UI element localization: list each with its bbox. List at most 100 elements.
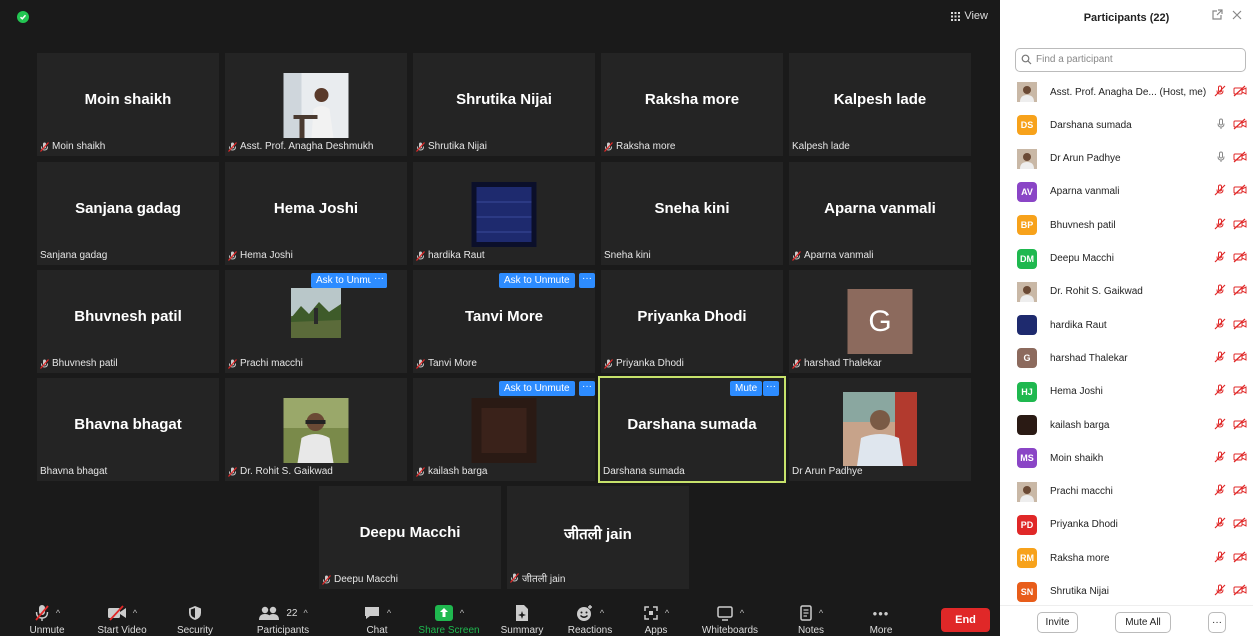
avatar: MS xyxy=(1017,448,1037,469)
participant-row[interactable]: RM Raksha more xyxy=(1017,547,1247,569)
video-tile[interactable]: hardika Raut xyxy=(413,162,595,265)
mute-all-button[interactable]: Mute All xyxy=(1115,612,1171,633)
muted-mic-icon[interactable] xyxy=(1214,318,1226,333)
participant-row[interactable]: kailash barga xyxy=(1017,414,1247,436)
video-tile[interactable]: Dr. Rohit S. Gaikwad xyxy=(225,378,407,481)
video-tile[interactable]: Sneha kini Sneha kini xyxy=(601,162,783,265)
video-tile[interactable]: Ask to Unmute ··· kailash barga xyxy=(413,378,595,481)
invite-button[interactable]: Invite xyxy=(1037,612,1078,633)
chevron-up-icon[interactable]: ^ xyxy=(740,608,744,618)
video-tile[interactable]: Kalpesh lade Kalpesh lade xyxy=(789,53,971,156)
tile-more-button[interactable]: ··· xyxy=(579,273,595,288)
chevron-up-icon[interactable]: ^ xyxy=(665,608,669,618)
participant-row[interactable]: Asst. Prof. Anagha De... (Host, me) xyxy=(1017,81,1247,103)
participant-row[interactable]: SN Shrutika Nijai xyxy=(1017,581,1247,603)
tile-more-button[interactable]: ··· xyxy=(579,381,595,396)
participant-display-name: Tanvi More xyxy=(464,308,544,325)
apps-button[interactable]: ^ Apps xyxy=(636,603,676,636)
muted-mic-icon[interactable] xyxy=(1214,184,1226,199)
video-tile[interactable]: Deepu Macchi Deepu Macchi xyxy=(319,486,501,589)
view-button[interactable]: View xyxy=(951,10,988,22)
whiteboards-button[interactable]: ^ Whiteboards xyxy=(697,603,763,636)
end-meeting-button[interactable]: End xyxy=(941,608,990,632)
video-tile[interactable]: जीतली jain जीतली jain xyxy=(507,486,689,589)
muted-mic-icon[interactable] xyxy=(1214,85,1226,100)
security-shield-icon[interactable] xyxy=(17,11,29,23)
share-screen-button[interactable]: ^ Share Screen xyxy=(416,603,482,636)
video-tile[interactable]: Moin shaikh Moin shaikh xyxy=(37,53,219,156)
video-tile[interactable]: Bhavna bhagat Bhavna bhagat xyxy=(37,378,219,481)
participant-row[interactable]: Prachi macchi xyxy=(1017,481,1247,503)
unmute-button[interactable]: ^ Unmute xyxy=(24,603,70,636)
summary-button[interactable]: Summary xyxy=(497,603,547,636)
muted-mic-icon[interactable] xyxy=(1214,451,1226,466)
participant-row[interactable]: Dr. Rohit S. Gaikwad xyxy=(1017,281,1247,303)
video-tile[interactable]: Hema Joshi Hema Joshi xyxy=(225,162,407,265)
video-tile[interactable]: Dr Arun Padhye xyxy=(789,378,971,481)
participant-row[interactable]: HJ Hema Joshi xyxy=(1017,381,1247,403)
ask-to-unmute-button[interactable]: Ask to Unmute xyxy=(499,381,575,396)
mic-icon[interactable] xyxy=(1216,118,1226,133)
video-tile[interactable]: Raksha more Raksha more xyxy=(601,53,783,156)
participant-row[interactable]: AV Aparna vanmali xyxy=(1017,181,1247,203)
tile-more-button[interactable]: ··· xyxy=(763,381,779,396)
tile-label-text: Dr. Rohit S. Gaikwad xyxy=(240,466,333,477)
video-tile[interactable]: Aparna vanmali Aparna vanmali xyxy=(789,162,971,265)
tile-more-button[interactable]: ··· xyxy=(371,273,387,288)
muted-mic-icon[interactable] xyxy=(1214,418,1226,433)
mute-button[interactable]: Mute xyxy=(730,381,763,396)
participant-row[interactable]: DS Darshana sumada xyxy=(1017,114,1247,136)
muted-mic-icon[interactable] xyxy=(1214,351,1226,366)
tile-name-label: Shrutika Nijai xyxy=(416,141,487,152)
chevron-up-icon[interactable]: ^ xyxy=(56,608,60,618)
chevron-up-icon[interactable]: ^ xyxy=(819,608,823,618)
close-icon[interactable] xyxy=(1231,9,1243,24)
chevron-up-icon[interactable]: ^ xyxy=(133,608,137,618)
muted-mic-icon[interactable] xyxy=(1214,251,1226,266)
participant-row[interactable]: BP Bhuvnesh patil xyxy=(1017,214,1247,236)
video-tile[interactable]: Sanjana gadag Sanjana gadag xyxy=(37,162,219,265)
muted-mic-icon[interactable] xyxy=(1214,218,1226,233)
avatar: HJ xyxy=(1017,381,1037,402)
chevron-up-icon[interactable]: ^ xyxy=(303,608,307,618)
video-tile[interactable]: Tanvi More Ask to Unmute ··· Tanvi More xyxy=(413,270,595,373)
panel-more-button[interactable]: ··· xyxy=(1208,612,1226,633)
video-off-icon xyxy=(1233,418,1247,433)
participant-row[interactable]: MS Moin shaikh xyxy=(1017,447,1247,469)
participant-search-input[interactable]: Find a participant xyxy=(1015,48,1246,72)
reactions-button[interactable]: ^ Reactions xyxy=(562,603,618,636)
chat-button[interactable]: ^ Chat xyxy=(355,603,399,636)
video-tile[interactable]: Darshana sumada Mute ··· Darshana sumada xyxy=(598,376,786,483)
video-tile[interactable]: Bhuvnesh patil Bhuvnesh patil xyxy=(37,270,219,373)
participant-display-name: Priyanka Dhodi xyxy=(637,308,747,325)
muted-mic-icon xyxy=(416,250,425,261)
participant-row[interactable]: PD Priyanka Dhodi xyxy=(1017,514,1247,536)
security-button[interactable]: Security xyxy=(173,603,217,636)
tile-label-text: Kalpesh lade xyxy=(792,141,850,152)
participant-row[interactable]: DM Deepu Macchi xyxy=(1017,248,1247,270)
more-button[interactable]: ••• More xyxy=(862,603,900,636)
video-tile[interactable]: Ask to Unmute ··· Prachi macchi xyxy=(225,270,407,373)
video-tile[interactable]: Gharshad Thalekar xyxy=(789,270,971,373)
muted-mic-icon[interactable] xyxy=(1214,517,1226,532)
popout-icon[interactable] xyxy=(1211,9,1223,24)
video-tile[interactable]: Asst. Prof. Anagha Deshmukh xyxy=(225,53,407,156)
participant-row[interactable]: Dr Arun Padhye xyxy=(1017,148,1247,170)
participant-row[interactable]: Gharshad Thalekar xyxy=(1017,347,1247,369)
muted-mic-icon[interactable] xyxy=(1214,484,1226,499)
muted-mic-icon[interactable] xyxy=(1214,584,1226,599)
start-video-button[interactable]: ^ Start Video xyxy=(92,603,152,636)
muted-mic-icon[interactable] xyxy=(1214,284,1226,299)
chevron-up-icon[interactable]: ^ xyxy=(460,608,464,618)
participant-row[interactable]: hardika Raut xyxy=(1017,314,1247,336)
participants-button[interactable]: 22 ^ Participants xyxy=(251,603,315,636)
ask-to-unmute-button[interactable]: Ask to Unmute xyxy=(499,273,575,288)
notes-button[interactable]: ^ Notes xyxy=(789,603,833,636)
muted-mic-icon[interactable] xyxy=(1214,551,1226,566)
chevron-up-icon[interactable]: ^ xyxy=(387,608,391,618)
mic-icon[interactable] xyxy=(1216,151,1226,166)
video-tile[interactable]: Shrutika Nijai Shrutika Nijai xyxy=(413,53,595,156)
muted-mic-icon[interactable] xyxy=(1214,384,1226,399)
video-tile[interactable]: Priyanka Dhodi Priyanka Dhodi xyxy=(601,270,783,373)
chevron-up-icon[interactable]: ^ xyxy=(600,608,604,618)
